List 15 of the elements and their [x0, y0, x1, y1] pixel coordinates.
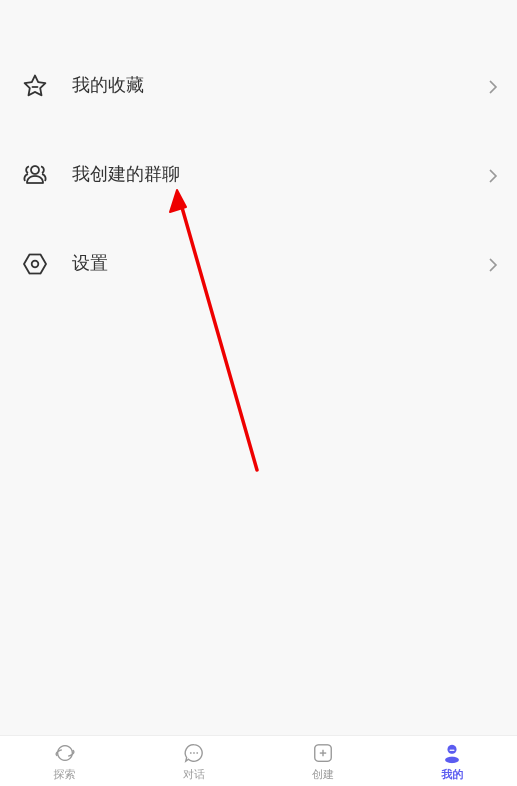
- menu-item[interactable]: 设置: [0, 220, 517, 309]
- tab[interactable]: 对话: [129, 736, 258, 786]
- planet-icon: [54, 742, 76, 764]
- chevron-right-icon: [488, 168, 498, 184]
- hexagon-icon: [22, 251, 48, 277]
- chevron-right-icon: [488, 79, 498, 95]
- menu-item[interactable]: 我的收藏: [0, 42, 517, 131]
- chat-bubble-icon: [182, 742, 205, 764]
- plus-square-icon: [312, 742, 334, 764]
- star-icon: [22, 73, 48, 99]
- menu-item[interactable]: 我创建的群聊: [0, 131, 517, 220]
- tab[interactable]: 探索: [0, 736, 130, 786]
- tab[interactable]: 创建: [258, 736, 388, 786]
- chevron-right-icon: [488, 257, 498, 273]
- tab[interactable]: 我的: [388, 736, 517, 786]
